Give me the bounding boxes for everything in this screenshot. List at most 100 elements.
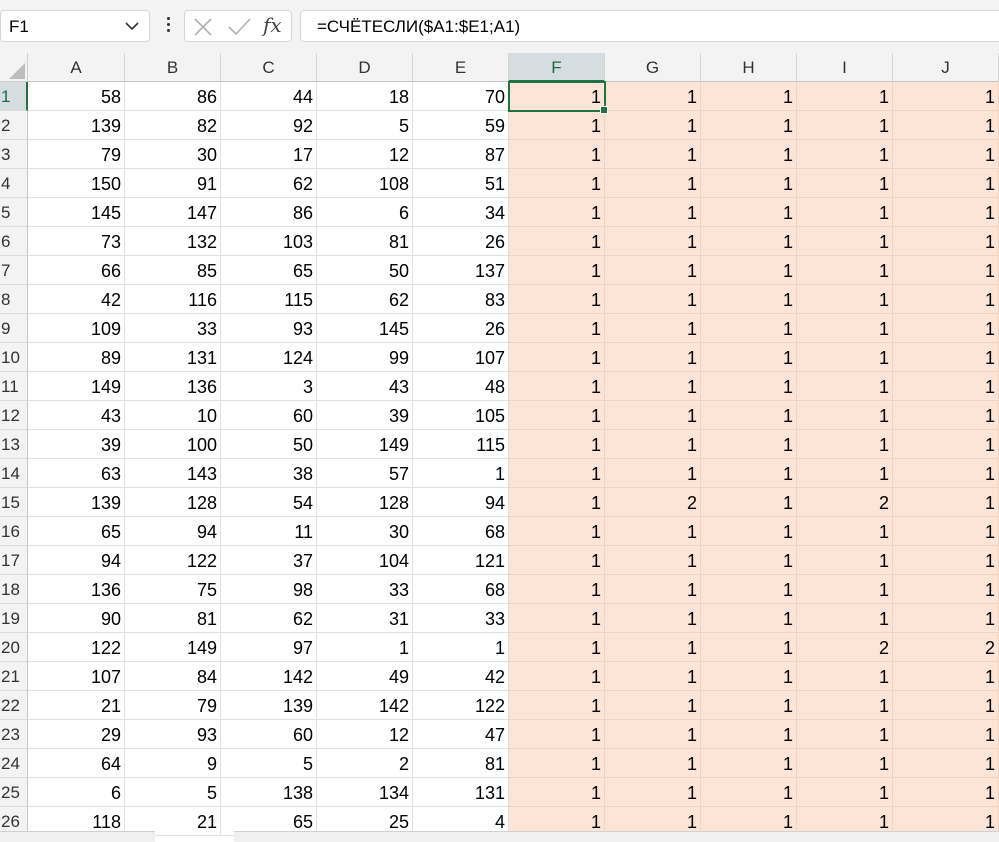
cell-i16[interactable]: 1 bbox=[797, 517, 893, 546]
row-header[interactable]: 5 bbox=[0, 198, 28, 227]
cell-c10[interactable]: 124 bbox=[221, 343, 317, 372]
cell-i25[interactable]: 1 bbox=[797, 778, 893, 807]
cell-g11[interactable]: 1 bbox=[605, 372, 701, 401]
cell-h6[interactable]: 1 bbox=[701, 227, 797, 256]
row-header[interactable]: 1 bbox=[0, 82, 28, 111]
cell-d16[interactable]: 30 bbox=[317, 517, 413, 546]
cell-e4[interactable]: 51 bbox=[413, 169, 509, 198]
column-header-h[interactable]: H bbox=[701, 53, 797, 82]
cell-e14[interactable]: 1 bbox=[413, 459, 509, 488]
cell-h17[interactable]: 1 bbox=[701, 546, 797, 575]
cell-d12[interactable]: 39 bbox=[317, 401, 413, 430]
row-header[interactable]: 6 bbox=[0, 227, 28, 256]
cell-e6[interactable]: 26 bbox=[413, 227, 509, 256]
enter-check-icon[interactable] bbox=[227, 15, 251, 39]
cell-c13[interactable]: 50 bbox=[221, 430, 317, 459]
cell-f12[interactable]: 1 bbox=[509, 401, 605, 430]
cell-a12[interactable]: 43 bbox=[28, 401, 125, 430]
cell-j10[interactable]: 1 bbox=[893, 343, 999, 372]
row-header[interactable]: 14 bbox=[0, 459, 28, 488]
formula-input[interactable]: =СЧЁТЕСЛИ($A1:$E1;A1) bbox=[300, 10, 999, 42]
cell-i11[interactable]: 1 bbox=[797, 372, 893, 401]
cell-j17[interactable]: 1 bbox=[893, 546, 999, 575]
cell-i21[interactable]: 1 bbox=[797, 662, 893, 691]
cell-f1[interactable]: 1 bbox=[509, 82, 605, 111]
cell-c4[interactable]: 62 bbox=[221, 169, 317, 198]
cell-e17[interactable]: 121 bbox=[413, 546, 509, 575]
cell-e20[interactable]: 1 bbox=[413, 633, 509, 662]
row-header[interactable]: 9 bbox=[0, 314, 28, 343]
cell-f25[interactable]: 1 bbox=[509, 778, 605, 807]
row-header[interactable]: 23 bbox=[0, 720, 28, 749]
row-header[interactable]: 19 bbox=[0, 604, 28, 633]
cell-f9[interactable]: 1 bbox=[509, 314, 605, 343]
cell-a20[interactable]: 122 bbox=[28, 633, 125, 662]
cell-g7[interactable]: 1 bbox=[605, 256, 701, 285]
cell-g14[interactable]: 1 bbox=[605, 459, 701, 488]
cell-e9[interactable]: 26 bbox=[413, 314, 509, 343]
cell-h16[interactable]: 1 bbox=[701, 517, 797, 546]
cell-f4[interactable]: 1 bbox=[509, 169, 605, 198]
cell-h14[interactable]: 1 bbox=[701, 459, 797, 488]
cell-i18[interactable]: 1 bbox=[797, 575, 893, 604]
column-header-i[interactable]: I bbox=[797, 53, 893, 82]
cell-e23[interactable]: 47 bbox=[413, 720, 509, 749]
cell-g9[interactable]: 1 bbox=[605, 314, 701, 343]
cell-c16[interactable]: 11 bbox=[221, 517, 317, 546]
sheet-tabs-scroll-area[interactable] bbox=[0, 831, 155, 842]
cell-f11[interactable]: 1 bbox=[509, 372, 605, 401]
cell-i15[interactable]: 2 bbox=[797, 488, 893, 517]
cell-h22[interactable]: 1 bbox=[701, 691, 797, 720]
cell-j23[interactable]: 1 bbox=[893, 720, 999, 749]
cell-f16[interactable]: 1 bbox=[509, 517, 605, 546]
cell-d4[interactable]: 108 bbox=[317, 169, 413, 198]
cell-i13[interactable]: 1 bbox=[797, 430, 893, 459]
cell-d7[interactable]: 50 bbox=[317, 256, 413, 285]
cell-h2[interactable]: 1 bbox=[701, 111, 797, 140]
cell-b8[interactable]: 116 bbox=[125, 285, 221, 314]
cell-g21[interactable]: 1 bbox=[605, 662, 701, 691]
cell-e19[interactable]: 33 bbox=[413, 604, 509, 633]
cell-a23[interactable]: 29 bbox=[28, 720, 125, 749]
cell-c18[interactable]: 98 bbox=[221, 575, 317, 604]
cell-b11[interactable]: 136 bbox=[125, 372, 221, 401]
cell-i24[interactable]: 1 bbox=[797, 749, 893, 778]
cell-d13[interactable]: 149 bbox=[317, 430, 413, 459]
cell-c24[interactable]: 5 bbox=[221, 749, 317, 778]
cell-b18[interactable]: 75 bbox=[125, 575, 221, 604]
cell-c15[interactable]: 54 bbox=[221, 488, 317, 517]
cell-e3[interactable]: 87 bbox=[413, 140, 509, 169]
column-header-d[interactable]: D bbox=[317, 53, 413, 82]
cell-b12[interactable]: 10 bbox=[125, 401, 221, 430]
cell-f5[interactable]: 1 bbox=[509, 198, 605, 227]
cell-i20[interactable]: 2 bbox=[797, 633, 893, 662]
cell-j14[interactable]: 1 bbox=[893, 459, 999, 488]
cell-j21[interactable]: 1 bbox=[893, 662, 999, 691]
cell-e25[interactable]: 131 bbox=[413, 778, 509, 807]
cell-h24[interactable]: 1 bbox=[701, 749, 797, 778]
cell-g3[interactable]: 1 bbox=[605, 140, 701, 169]
cell-f15[interactable]: 1 bbox=[509, 488, 605, 517]
cell-a24[interactable]: 64 bbox=[28, 749, 125, 778]
cell-h21[interactable]: 1 bbox=[701, 662, 797, 691]
cell-h12[interactable]: 1 bbox=[701, 401, 797, 430]
cell-j12[interactable]: 1 bbox=[893, 401, 999, 430]
cell-i7[interactable]: 1 bbox=[797, 256, 893, 285]
cell-d11[interactable]: 43 bbox=[317, 372, 413, 401]
column-header-f[interactable]: F bbox=[509, 53, 605, 82]
cell-d14[interactable]: 57 bbox=[317, 459, 413, 488]
cell-b17[interactable]: 122 bbox=[125, 546, 221, 575]
more-options-icon[interactable] bbox=[163, 14, 173, 40]
cell-h3[interactable]: 1 bbox=[701, 140, 797, 169]
cell-c21[interactable]: 142 bbox=[221, 662, 317, 691]
cell-h20[interactable]: 1 bbox=[701, 633, 797, 662]
cell-h10[interactable]: 1 bbox=[701, 343, 797, 372]
cell-b22[interactable]: 79 bbox=[125, 691, 221, 720]
cell-g8[interactable]: 1 bbox=[605, 285, 701, 314]
cell-h19[interactable]: 1 bbox=[701, 604, 797, 633]
cell-b23[interactable]: 93 bbox=[125, 720, 221, 749]
cell-f10[interactable]: 1 bbox=[509, 343, 605, 372]
cell-c11[interactable]: 3 bbox=[221, 372, 317, 401]
cell-a9[interactable]: 109 bbox=[28, 314, 125, 343]
column-header-a[interactable]: A bbox=[28, 53, 125, 82]
